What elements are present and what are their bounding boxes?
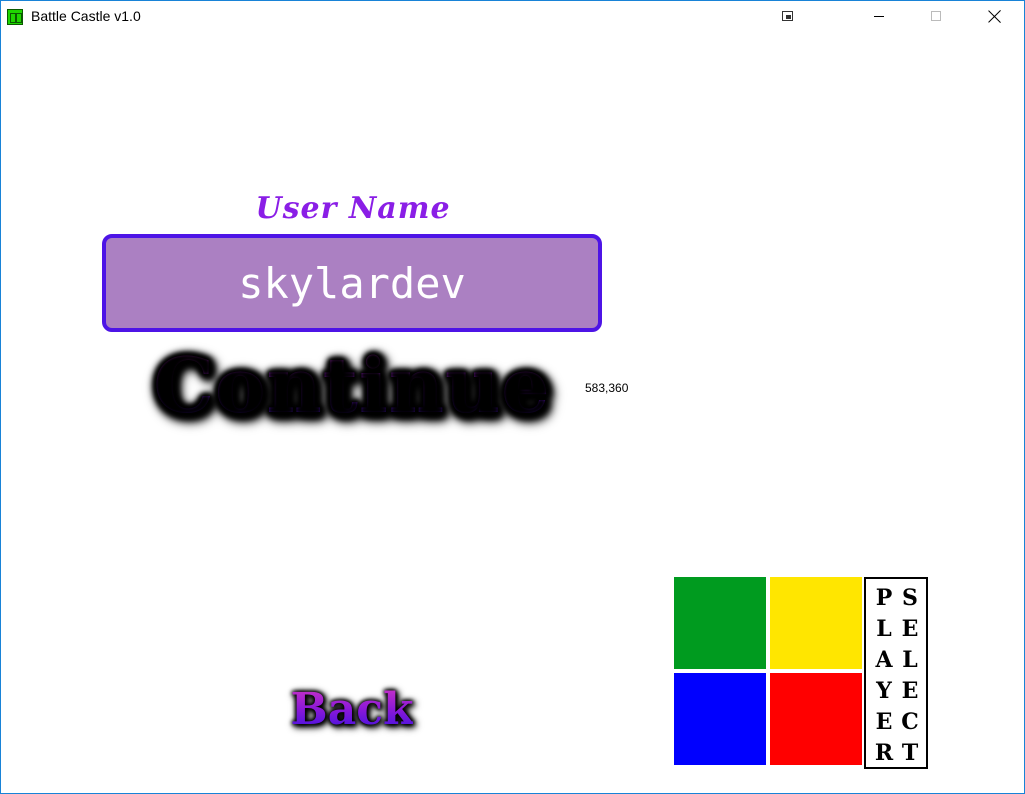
maximize-icon (931, 11, 941, 21)
username-value: skylardev (238, 258, 466, 308)
continue-button[interactable]: Continue (147, 337, 557, 433)
window-title: Battle Castle v1.0 (31, 8, 141, 24)
player-select-letter: C (901, 709, 919, 735)
color-swatch-red[interactable] (770, 673, 862, 765)
game-window: Battle Castle v1.0 User Name skylardev C… (0, 0, 1025, 794)
player-select-letter: Y (876, 678, 892, 704)
player-select-letter: P (875, 585, 893, 611)
maximize-button[interactable] (913, 1, 959, 32)
username-label: User Name (255, 191, 451, 226)
player-select-left-column: P L A Y E R (872, 583, 896, 769)
player-select-letter: L (902, 647, 918, 673)
minimize-icon (874, 16, 884, 17)
snap-window-button[interactable] (765, 1, 811, 32)
player-select-letter: E (901, 678, 919, 704)
username-input[interactable]: skylardev (102, 234, 602, 332)
player-select-button[interactable]: P L A Y E R S E L E C T (864, 577, 928, 769)
player-select-letter: E (901, 616, 919, 642)
title-bar: Battle Castle v1.0 (1, 1, 1024, 32)
continue-label: Continue (153, 340, 551, 430)
player-select-letter: A (875, 647, 893, 673)
color-swatch-green[interactable] (674, 577, 766, 669)
player-select-letter: S (902, 585, 918, 611)
color-swatch-yellow[interactable] (770, 577, 862, 669)
app-icon (7, 9, 23, 25)
player-select-letter: L (876, 616, 892, 642)
close-button[interactable] (971, 1, 1017, 32)
player-select-letter: E (875, 709, 893, 735)
close-icon (988, 9, 1002, 23)
cursor-coordinates: 583,360 (585, 381, 629, 395)
snap-icon (782, 11, 793, 21)
minimize-button[interactable] (857, 1, 903, 32)
player-select-letter: R (874, 740, 894, 766)
back-button[interactable]: Back (247, 679, 457, 739)
color-picker (674, 577, 864, 765)
color-swatch-blue[interactable] (674, 673, 766, 765)
player-select-letter: T (901, 740, 919, 766)
player-select-right-column: S E L E C T (898, 583, 922, 769)
back-label: Back (290, 683, 414, 735)
